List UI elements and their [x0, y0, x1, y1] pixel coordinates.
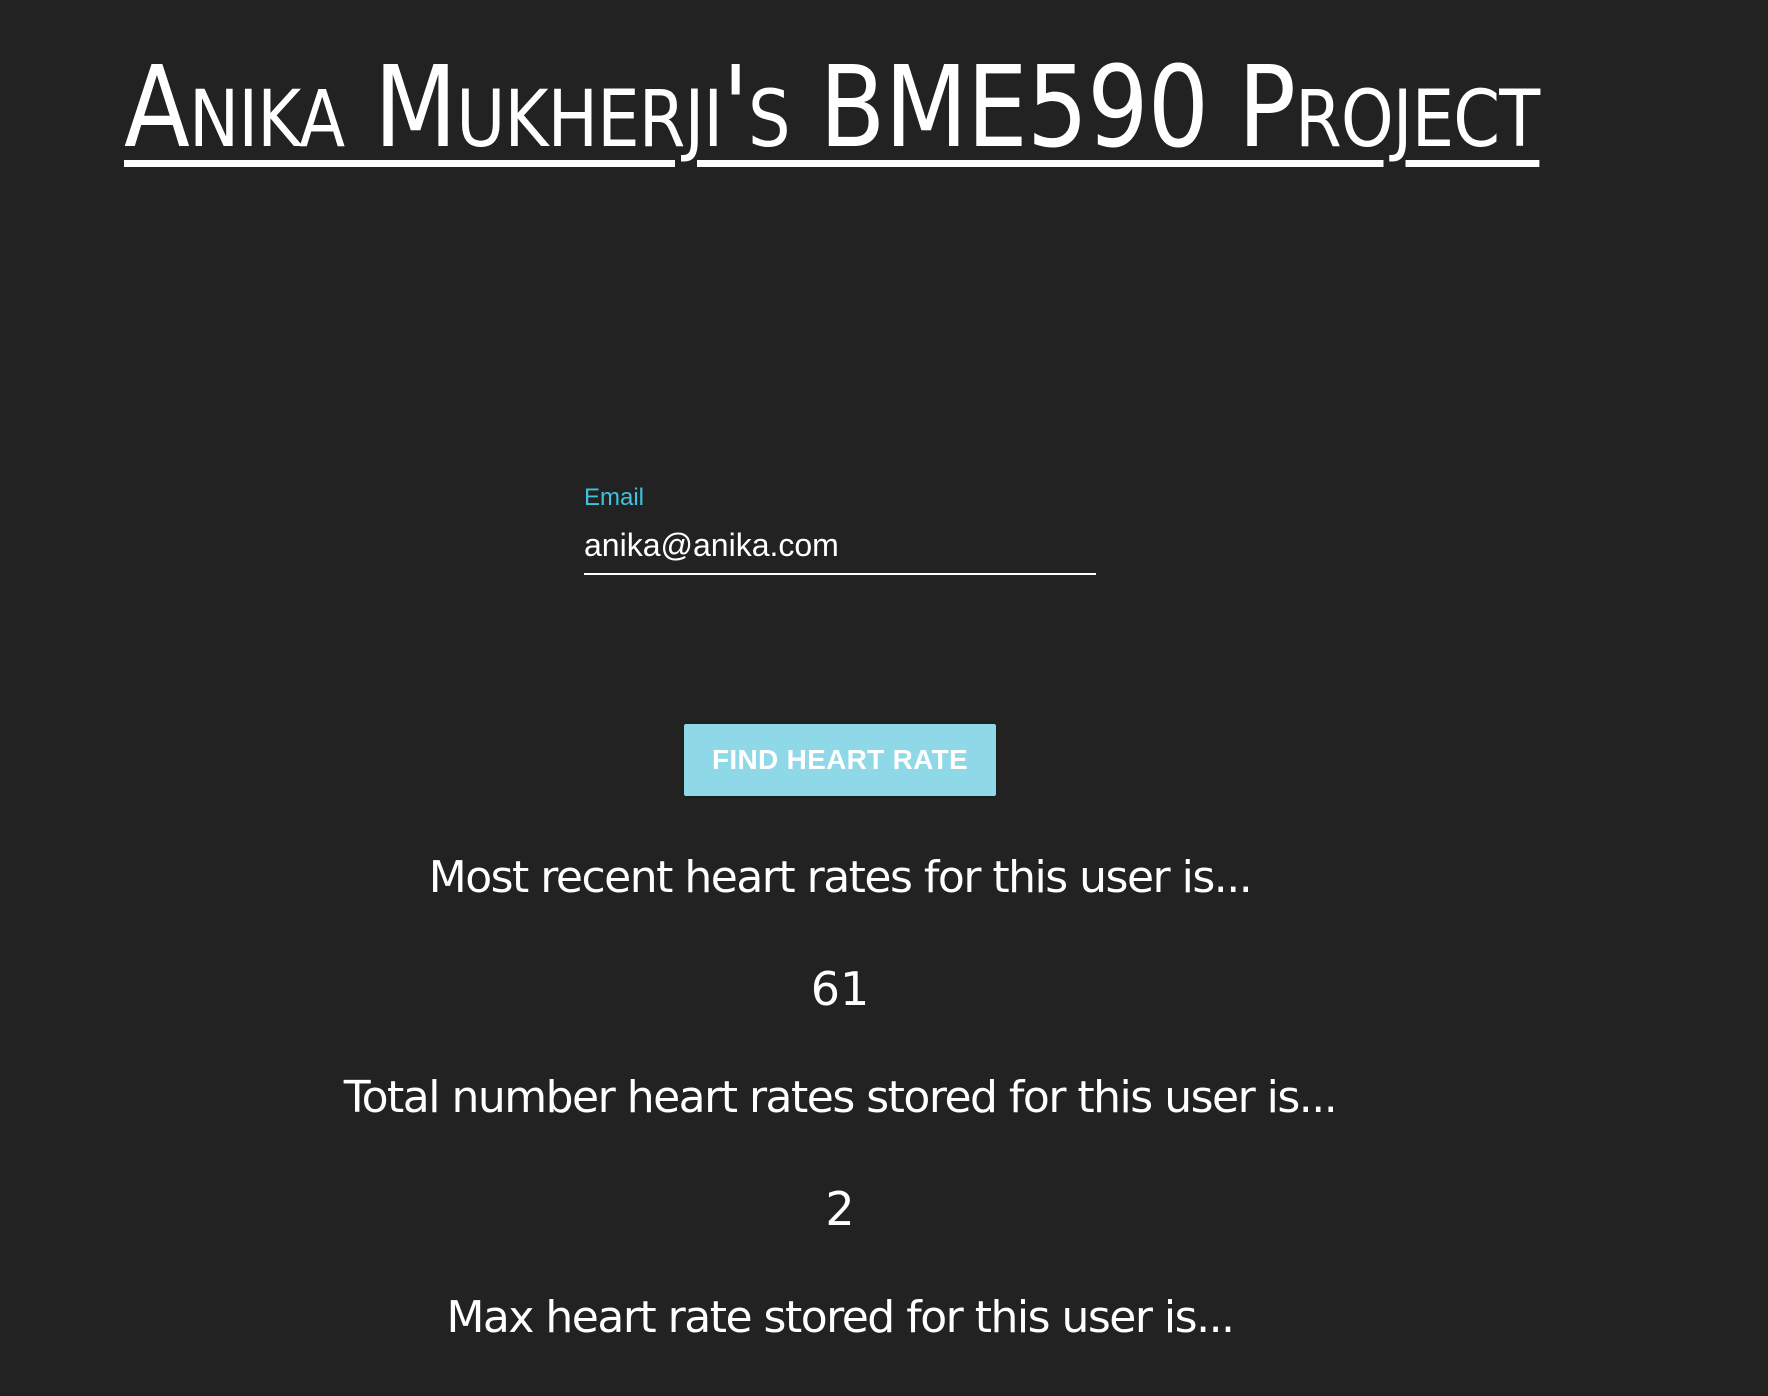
recent-heart-rate-value: 61	[810, 962, 870, 1016]
total-heart-rates-value: 2	[825, 1182, 855, 1236]
email-label: Email	[584, 484, 645, 511]
email-field: Email	[584, 484, 1096, 576]
find-heart-rate-button[interactable]: FIND HEART RATE	[684, 724, 996, 796]
recent-heart-rate-label: Most recent heart rates for this user is…	[428, 852, 1253, 903]
page-title: Anika Mukherji's BME590 Project	[124, 43, 1540, 173]
max-heart-rate-label: Max heart rate stored for this user is..…	[446, 1292, 1235, 1343]
total-heart-rates-label: Total number heart rates stored for this…	[343, 1072, 1338, 1123]
email-input[interactable]	[584, 528, 1096, 576]
